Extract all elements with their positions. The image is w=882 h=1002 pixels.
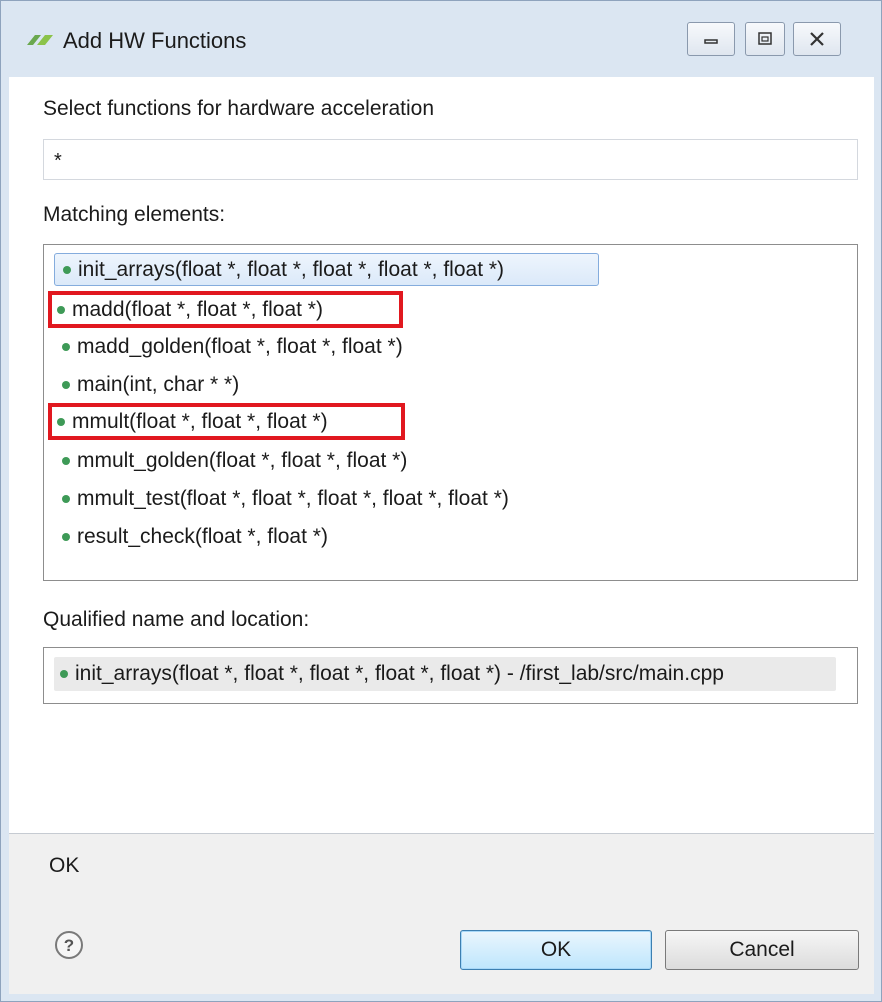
dialog-window: Add HW Functions Select functions for ha… (0, 0, 882, 1002)
list-item-madd-golden[interactable]: madd_golden(float *, float *, float *) (54, 330, 403, 363)
qualified-name-value: init_arrays(float *, float *, float *, f… (75, 662, 724, 685)
title-bar[interactable]: Add HW Functions (1, 1, 881, 77)
list-item-main[interactable]: main(int, char * *) (54, 368, 239, 401)
function-icon (62, 456, 70, 465)
list-item-result-check[interactable]: result_check(float *, float *) (54, 520, 328, 553)
qualified-name-box: init_arrays(float *, float *, float *, f… (43, 647, 858, 704)
function-icon (63, 265, 71, 274)
cancel-button[interactable]: Cancel (665, 930, 859, 970)
maximize-button[interactable] (745, 22, 785, 56)
function-icon (57, 305, 65, 314)
qualified-name-label: Qualified name and location: (43, 608, 310, 631)
qualified-name-item[interactable]: init_arrays(float *, float *, float *, f… (54, 657, 836, 691)
ok-button[interactable]: OK (460, 930, 652, 970)
help-icon[interactable]: ? (53, 929, 85, 961)
list-item-mmult[interactable]: mmult(float *, float *, float *) (48, 403, 405, 440)
close-button[interactable] (793, 22, 841, 56)
matching-elements-label: Matching elements: (43, 203, 226, 226)
dialog-content: Select functions for hardware accelerati… (9, 77, 874, 994)
function-icon (60, 670, 68, 678)
list-item-label: mmult_golden(float *, float *, float *) (77, 448, 408, 472)
list-item-label: init_arrays(float *, float *, float *, f… (78, 257, 505, 281)
list-item-init-arrays[interactable]: init_arrays(float *, float *, float *, f… (54, 253, 599, 286)
status-message: OK (49, 854, 80, 877)
close-icon (810, 32, 824, 46)
minimize-button[interactable] (687, 22, 735, 56)
function-icon (62, 380, 70, 389)
list-item-label: result_check(float *, float *) (77, 524, 328, 548)
function-icon (62, 494, 70, 503)
prompt-label: Select functions for hardware accelerati… (43, 97, 435, 120)
list-item-madd[interactable]: madd(float *, float *, float *) (48, 291, 403, 328)
matching-elements-list[interactable]: init_arrays(float *, float *, float *, f… (43, 244, 858, 581)
function-icon (62, 532, 70, 541)
function-icon (62, 342, 70, 351)
maximize-icon (758, 32, 772, 45)
filter-input[interactable]: * (43, 139, 858, 180)
svg-text:?: ? (64, 936, 74, 955)
list-item-label: madd_golden(float *, float *, float *) (77, 334, 403, 358)
list-item-mmult-golden[interactable]: mmult_golden(float *, float *, float *) (54, 444, 407, 477)
list-item-mmult-test[interactable]: mmult_test(float *, float *, float *, fl… (54, 482, 509, 515)
app-icon (27, 35, 53, 45)
list-item-label: main(int, char * *) (77, 372, 240, 396)
list-item-label: madd(float *, float *, float *) (72, 297, 323, 321)
button-bar: OK ? OK Cancel (9, 834, 874, 994)
list-item-label: mmult(float *, float *, float *) (72, 409, 328, 433)
function-icon (57, 417, 65, 426)
minimize-icon (704, 39, 718, 44)
list-item-label: mmult_test(float *, float *, float *, fl… (77, 486, 509, 510)
window-title: Add HW Functions (63, 28, 247, 53)
